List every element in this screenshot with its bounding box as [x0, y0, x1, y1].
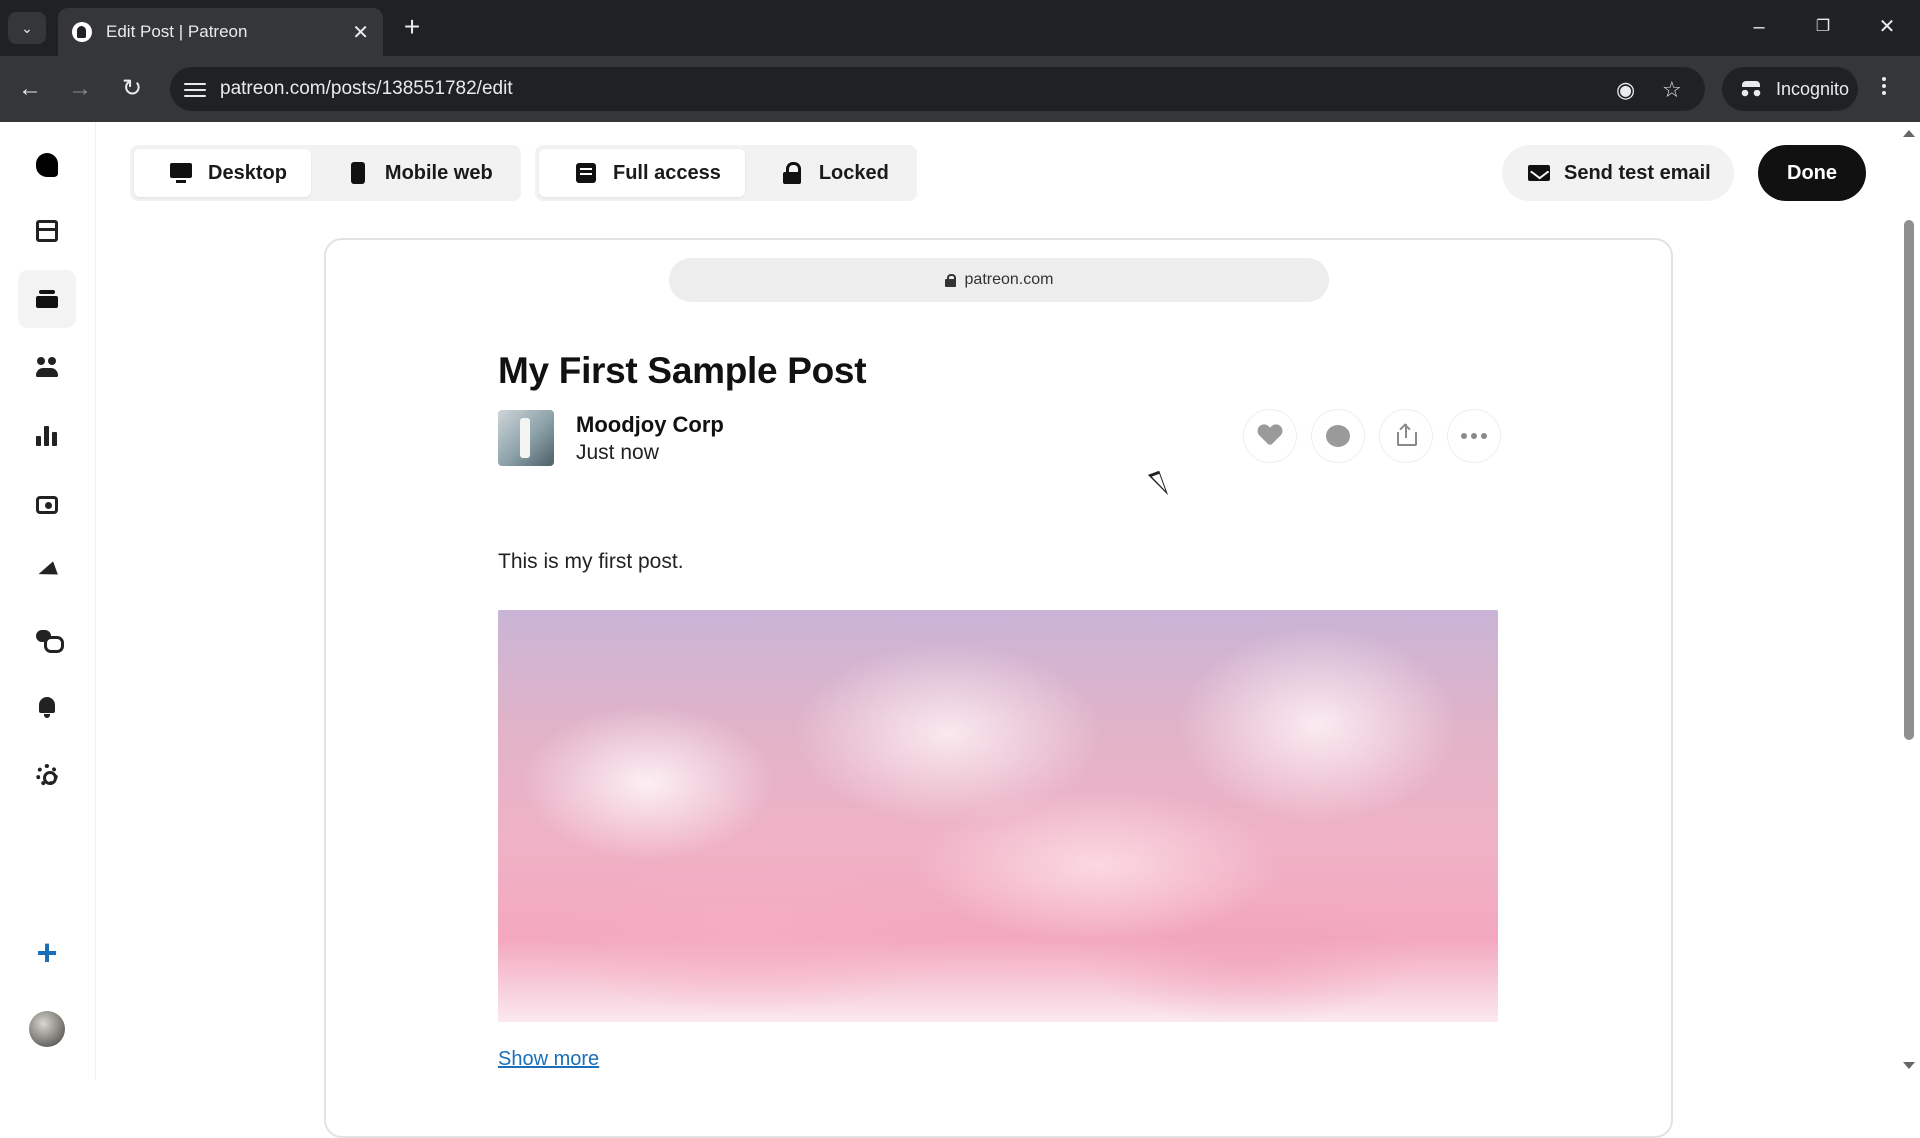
back-button[interactable]: ←: [14, 73, 46, 105]
sidebar-item-home[interactable]: [18, 136, 76, 194]
done-button[interactable]: Done: [1758, 145, 1866, 201]
incognito-badge[interactable]: Incognito: [1722, 67, 1858, 111]
access-toggle: Full access Locked: [535, 145, 917, 201]
pink-clouds-image[interactable]: [498, 610, 1498, 1022]
post-body-text: This is my first post.: [498, 550, 684, 573]
site-info-icon[interactable]: [184, 79, 206, 99]
address-bar[interactable]: patreon.com/posts/138551782/edit ◉ ☆: [170, 67, 1705, 111]
comment-button[interactable]: [1312, 410, 1364, 462]
show-more-link[interactable]: Show more: [498, 1048, 599, 1071]
patreon-favicon-icon: [72, 22, 92, 42]
promotions-icon: [36, 560, 58, 582]
phone-icon: [347, 162, 369, 184]
author-row: Moodjoy Corp Just now: [498, 410, 1500, 468]
locked-label: Locked: [818, 161, 889, 184]
more-options-button[interactable]: [1448, 410, 1500, 462]
library-icon: [36, 288, 58, 310]
restore-button[interactable]: ❐: [1800, 10, 1846, 44]
lock-icon: [944, 274, 956, 287]
bookmark-star-icon[interactable]: ☆: [1662, 77, 1682, 103]
sidebar-item-library[interactable]: [18, 270, 76, 328]
incognito-label: Incognito: [1776, 78, 1850, 99]
incognito-icon: [1740, 81, 1762, 97]
sidebar-item-dashboard[interactable]: [18, 202, 76, 260]
creator-sidebar: +: [0, 122, 96, 1080]
full-access-label: Full access: [613, 161, 721, 184]
browser-tab-bar: ⌄ Edit Post | Patreon ✕ + – ❐ ✕: [0, 0, 1920, 56]
sidebar-profile[interactable]: [18, 1000, 76, 1058]
sidebar-item-audience[interactable]: [18, 338, 76, 396]
heart-icon: [1258, 425, 1282, 447]
browser-toolbar: ← → ↻ patreon.com/posts/138551782/edit ◉…: [0, 56, 1920, 122]
payouts-icon: [36, 495, 58, 514]
full-access-button[interactable]: Full access: [539, 149, 745, 197]
desktop-view-button[interactable]: Desktop: [134, 149, 311, 197]
mobile-web-label: Mobile web: [384, 161, 493, 184]
chats-icon: [36, 628, 64, 653]
eye-off-icon[interactable]: ◉: [1616, 77, 1635, 103]
scroll-up-arrow-icon[interactable]: [1903, 130, 1915, 137]
author-name[interactable]: Moodjoy Corp: [576, 412, 724, 438]
close-window-button[interactable]: ✕: [1864, 10, 1910, 44]
sidebar-item-promotions[interactable]: [18, 542, 76, 600]
notifications-icon: [36, 696, 58, 718]
send-test-email-button[interactable]: Send test email: [1502, 145, 1734, 201]
author-avatar[interactable]: [498, 410, 554, 466]
insights-icon: [36, 424, 58, 446]
share-button[interactable]: [1380, 410, 1432, 462]
post-title: My First Sample Post: [498, 350, 867, 391]
post-timestamp: Just now: [576, 441, 659, 464]
minimize-button[interactable]: –: [1736, 10, 1782, 44]
share-icon: [1395, 423, 1417, 448]
browser-menu-icon[interactable]: [1878, 74, 1890, 102]
monitor-icon: [170, 162, 192, 184]
desktop-label: Desktop: [208, 161, 287, 184]
avatar: [29, 1011, 65, 1047]
preview-domain: patreon.com: [964, 271, 1054, 288]
sidebar-item-chats[interactable]: [18, 610, 76, 668]
post-card: My First Sample Post Moodjoy Corp Just n…: [498, 350, 1500, 1071]
sidebar-item-insights[interactable]: [18, 406, 76, 464]
locked-button[interactable]: Locked: [745, 149, 913, 197]
envelope-icon: [1528, 165, 1550, 181]
patreon-logo-icon: [36, 153, 58, 177]
scrollbar-thumb[interactable]: [1904, 220, 1914, 740]
audience-icon: [36, 356, 58, 378]
tab-title: Edit Post | Patreon: [106, 22, 248, 41]
settings-icon: [36, 764, 58, 786]
close-tab-icon[interactable]: ✕: [352, 20, 369, 45]
plus-icon: +: [36, 932, 58, 973]
browser-tab[interactable]: Edit Post | Patreon ✕: [58, 8, 383, 56]
forward-button[interactable]: →: [64, 73, 96, 105]
new-tab-button[interactable]: +: [396, 12, 428, 44]
document-icon: [575, 162, 597, 184]
view-toggle: Desktop Mobile web: [130, 145, 521, 201]
comment-icon: [1326, 425, 1350, 447]
preview-url-bar: patreon.com: [669, 258, 1329, 302]
mobile-web-view-button[interactable]: Mobile web: [311, 149, 517, 197]
tab-search-button[interactable]: ⌄: [8, 12, 46, 44]
sidebar-item-notifications[interactable]: [18, 678, 76, 736]
sidebar-item-payouts[interactable]: [18, 474, 76, 532]
post-preview-frame: patreon.com My First Sample Post Moodjoy…: [324, 238, 1673, 1138]
url-text: patreon.com/posts/138551782/edit: [220, 78, 513, 99]
scroll-down-arrow-icon[interactable]: [1903, 1062, 1915, 1069]
dashboard-icon: [36, 220, 58, 242]
sidebar-create-button[interactable]: +: [18, 924, 76, 982]
sidebar-item-settings[interactable]: [18, 746, 76, 804]
send-test-email-label: Send test email: [1564, 161, 1711, 184]
like-button[interactable]: [1244, 410, 1296, 462]
reload-button[interactable]: ↻: [116, 73, 148, 105]
lock-icon: [781, 162, 803, 184]
more-dots-icon: [1461, 433, 1487, 439]
